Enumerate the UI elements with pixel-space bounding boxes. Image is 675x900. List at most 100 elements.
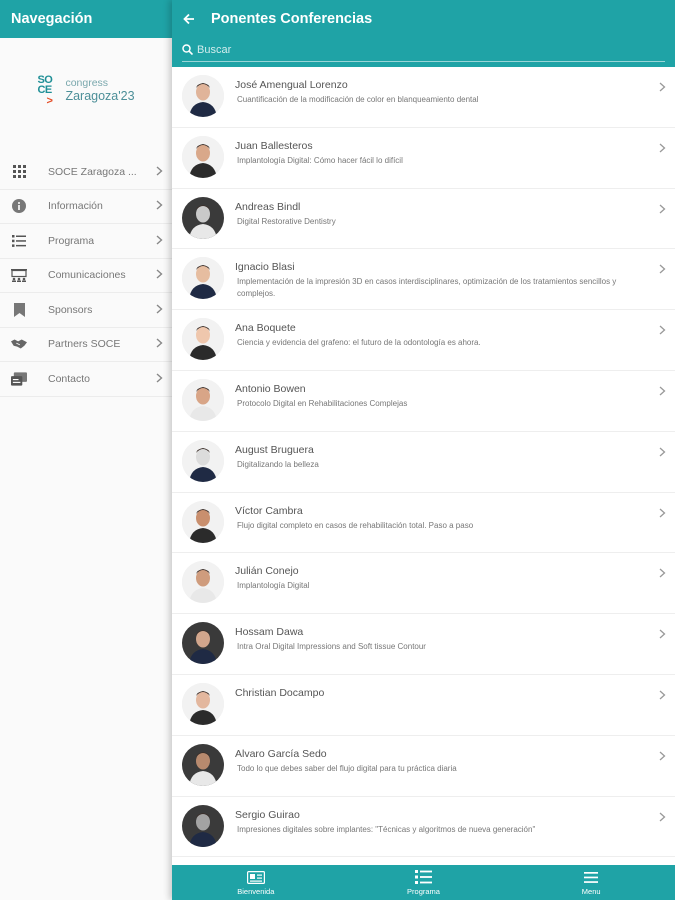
nav-label: Información: [48, 200, 103, 213]
speaker-name: Ana Boquete: [235, 322, 296, 335]
nav-label: Programa: [48, 234, 95, 247]
nav-label: Comunicaciones: [48, 269, 126, 282]
avatar: [182, 500, 224, 543]
talk-title: Flujo digital completo en casos de rehab…: [237, 520, 474, 530]
speaker-row[interactable]: Antonio Bowen Protocolo Digital en Rehabi…: [172, 371, 675, 432]
speaker-name: Julián Conejo: [235, 565, 299, 578]
list-icon: [11, 234, 27, 248]
talk-title: Impresiones digitales sobre implantes: "…: [237, 824, 536, 834]
avatar: [182, 257, 224, 300]
avatar: [182, 196, 224, 239]
talk-title: Protocolo Digital en Rehabilitaciones Co…: [237, 398, 408, 408]
arrow-left-icon: [183, 13, 194, 25]
chevron-right-icon: [659, 322, 666, 340]
speaker-row[interactable]: Sergio Guirao Impresiones digitales sobre…: [172, 797, 675, 858]
presentation-icon: [11, 268, 27, 282]
search-bar: [172, 38, 675, 67]
talk-title: Implementación de la impresión 3D en cas…: [237, 277, 617, 299]
nav-item-sponsors[interactable]: Sponsors: [0, 293, 172, 328]
bottom-tab-bar: Bienvenida Programa Menu: [172, 865, 675, 900]
congress-logo: SO CE > congress Zaragoza'23: [0, 38, 172, 138]
speaker-name: José Amengual Lorenzo: [235, 79, 348, 91]
tab-programa[interactable]: Programa: [340, 865, 508, 900]
speaker-row[interactable]: Alvaro García Sedo Todo lo que debes sabe…: [172, 736, 675, 797]
talk-title: Implantología Digital: Cómo hacer fácil …: [237, 155, 403, 165]
speaker-name: Christian Docampo: [235, 686, 325, 699]
talk-title: Digital Restorative Dentistry: [237, 216, 336, 226]
chevron-right-icon: [659, 748, 666, 766]
soce-logo-mark: SO CE >: [37, 74, 53, 108]
top-app-bar: Ponentes Conferencias: [172, 0, 675, 38]
talk-title: Intra Oral Digital Impressions and Soft …: [237, 642, 426, 652]
chevron-right-icon: [156, 163, 163, 181]
chevron-right-icon: [156, 232, 163, 250]
nav-item-partners-soce[interactable]: Partners SOCE: [0, 328, 172, 362]
speaker-row[interactable]: Christian Docampo: [172, 675, 675, 736]
speaker-name: Víctor Cambra: [235, 504, 303, 517]
chevron-right-icon: [156, 301, 163, 319]
handshake-icon: [11, 337, 27, 351]
nav-item-informacion[interactable]: Información: [0, 190, 172, 224]
avatar: [182, 561, 224, 604]
chevron-right-icon: [659, 383, 666, 401]
speaker-name: Antonio Bowen: [235, 382, 306, 395]
speaker-name: Alvaro García Sedo: [235, 747, 327, 760]
nav-label: Sponsors: [48, 303, 93, 316]
chevron-right-icon: [156, 266, 163, 284]
speaker-row[interactable]: August Bruguera Digitalizando la belleza: [172, 432, 675, 493]
chevron-right-icon: [156, 370, 163, 388]
chevron-right-icon: [156, 197, 163, 215]
search-icon: [182, 44, 193, 55]
nav-item-comunicaciones[interactable]: Comunicaciones: [0, 259, 172, 293]
tab-label: Bienvenida: [237, 887, 275, 896]
tab-menu[interactable]: Menu: [507, 865, 675, 900]
speaker-list: José Amengual Lorenzo Cuantificación de l…: [172, 67, 675, 865]
avatar: [182, 439, 224, 482]
nav-item-contacto[interactable]: Contacto: [0, 362, 172, 397]
nav-item-soce-zaragoza[interactable]: SOCE Zaragoza ...: [0, 155, 172, 190]
contact-icon: [11, 372, 27, 386]
speaker-name: Juan Ballesteros: [235, 139, 313, 152]
speaker-row[interactable]: José Amengual Lorenzo Cuantificación de l…: [172, 67, 675, 128]
avatar: [182, 378, 224, 421]
back-button[interactable]: [175, 0, 203, 38]
avatar: [182, 804, 224, 847]
tab-label: Programa: [407, 887, 440, 896]
speaker-row[interactable]: Juan Ballesteros Implantología Digital: C…: [172, 128, 675, 189]
id-card-icon: [246, 869, 265, 885]
chevron-right-icon: [659, 261, 666, 279]
drawer-menu: SOCE Zaragoza ... Información Programa C…: [0, 155, 172, 397]
avatar: [182, 135, 224, 178]
avatar: [182, 682, 224, 725]
talk-title: Cuantificación de la modificación de col…: [237, 95, 479, 104]
speaker-row[interactable]: Ana Boquete Ciencia y evidencia del grafe…: [172, 310, 675, 371]
avatar: [182, 75, 224, 117]
hamburger-icon: [584, 869, 599, 885]
chevron-right-icon: [659, 201, 666, 219]
chevron-right-icon: [156, 335, 163, 353]
chevron-right-icon: [659, 687, 666, 705]
info-icon: [11, 199, 27, 214]
chevron-right-icon: [659, 809, 666, 827]
chevron-right-icon: [659, 140, 666, 158]
speaker-name: Andreas Bindl: [235, 200, 301, 213]
speaker-row[interactable]: Hossam Dawa Intra Oral Digital Impression…: [172, 614, 675, 675]
talk-title: Ciencia y evidencia del grafeno: el futu…: [237, 338, 481, 348]
bookmark-icon: [11, 302, 27, 317]
speaker-row[interactable]: Andreas Bindl Digital Restorative Dentist…: [172, 189, 675, 250]
logo-text-big: Zaragoza'23: [65, 89, 135, 103]
avatar: [182, 743, 224, 786]
speaker-row[interactable]: Ignacio Blasi Implementación de la impres…: [172, 249, 675, 311]
navigation-drawer: Navegación SO CE > congress Zaragoza'23 …: [0, 0, 172, 900]
search-input[interactable]: [197, 43, 597, 56]
nav-item-programa[interactable]: Programa: [0, 224, 172, 259]
chevron-right-icon: [659, 505, 666, 523]
tab-bienvenida[interactable]: Bienvenida: [172, 865, 340, 900]
speaker-row[interactable]: Víctor Cambra Flujo digital completo en c…: [172, 493, 675, 554]
drawer-title: Navegación: [11, 11, 93, 27]
speaker-row[interactable]: Julián Conejo Implantología Digital: [172, 553, 675, 615]
speakers-page: Ponentes Conferencias José Amengual Lore…: [172, 0, 675, 900]
speaker-name: Hossam Dawa: [235, 626, 304, 639]
nav-label: Partners SOCE: [48, 338, 121, 351]
chevron-right-icon: [659, 79, 666, 97]
